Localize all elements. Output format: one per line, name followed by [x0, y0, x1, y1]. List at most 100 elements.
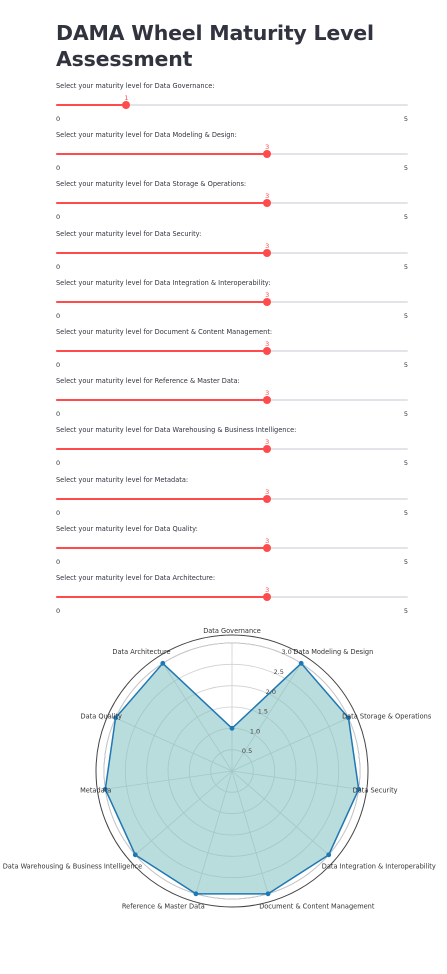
slider-max-label: 5 — [403, 459, 408, 468]
slider-data-architecture: Select your maturity level for Data Arch… — [56, 574, 408, 616]
radar-tick-label: 1.0 — [250, 727, 260, 735]
slider-thumb[interactable] — [263, 396, 272, 405]
radar-axis-label: Data Warehousing & Business Intelligence — [3, 862, 143, 870]
slider-fill — [56, 251, 268, 254]
slider-track[interactable]: 3 — [56, 291, 408, 306]
slider-label: Select your maturity level for Data Qual… — [56, 524, 198, 533]
slider-fill — [56, 300, 268, 303]
slider-max-label: 5 — [403, 508, 408, 517]
slider-fill — [56, 596, 268, 598]
radar-data-point — [229, 725, 235, 731]
slider-max-label: 5 — [403, 607, 408, 615]
slider-fill — [56, 448, 268, 451]
slider-label: Select your maturity level for Document … — [56, 328, 273, 336]
slider-label: Select your maturity level for Data Arch… — [56, 574, 216, 582]
radar-axis-label: Data Storage & Operations — [342, 713, 432, 721]
slider-max-label: 5 — [403, 164, 408, 173]
slider-min-label: 0 — [56, 262, 61, 271]
radar-axis-label: Data Governance — [203, 627, 261, 635]
slider-max-label: 5 — [403, 213, 408, 222]
slider-label: Select your maturity level for Data Inte… — [56, 278, 271, 287]
slider-min-label: 0 — [56, 213, 61, 222]
slider-fill — [56, 202, 268, 205]
radar-axis-label: Data Security — [353, 786, 398, 794]
slider-min-label: 0 — [56, 607, 61, 615]
slider-label: Select your maturity level for Data Gove… — [56, 82, 215, 90]
slider-track[interactable]: 1 — [56, 94, 408, 109]
slider-track[interactable]: 3 — [56, 340, 408, 355]
slider-track[interactable]: 3 — [56, 438, 408, 454]
slider-thumb[interactable] — [263, 150, 272, 159]
slider-data-quality: Select your maturity level for Data Qual… — [56, 525, 408, 567]
radar-tick-label: 2.0 — [266, 688, 276, 696]
slider-max-label: 5 — [403, 361, 408, 369]
slider-thumb[interactable] — [263, 347, 272, 355]
radar-data-point — [193, 891, 199, 897]
slider-fill — [56, 497, 268, 500]
radar-axis-label: Metadata — [80, 786, 111, 794]
slider-thumb[interactable] — [263, 593, 272, 601]
slider-label: Select your maturity level for Data Mode… — [56, 131, 237, 140]
slider-fill — [56, 153, 268, 156]
slider-reference-master-data: Select your maturity level for Reference… — [56, 377, 408, 419]
slider-min-label: 0 — [56, 557, 61, 566]
slider-thumb[interactable] — [263, 248, 272, 257]
slider-max-label: 5 — [403, 262, 408, 271]
slider-track[interactable]: 3 — [56, 537, 408, 552]
slider-metadata: Select your maturity level for Metadata:… — [56, 476, 408, 518]
slider-thumb[interactable] — [263, 494, 272, 503]
radar-data-point — [132, 852, 138, 858]
slider-thumb[interactable] — [263, 543, 272, 552]
radar-tick-label: 1.5 — [258, 708, 268, 716]
slider-label: Select your maturity level for Metadata: — [56, 475, 189, 484]
slider-label: Select your maturity level for Data Stor… — [56, 180, 247, 189]
slider-fill — [56, 104, 127, 106]
slider-data-modeling: Select your maturity level for Data Mode… — [56, 131, 408, 173]
slider-max-label: 5 — [403, 410, 408, 419]
slider-fill — [56, 399, 268, 402]
slider-track[interactable]: 3 — [56, 586, 408, 601]
slider-data-storage: Select your maturity level for Data Stor… — [56, 180, 408, 222]
slider-min-label: 0 — [56, 459, 61, 468]
radar-axis-label: Data Quality — [81, 713, 122, 721]
slider-min-label: 0 — [56, 508, 61, 517]
slider-min-label: 0 — [56, 164, 61, 173]
radar-axis-label: Data Integration & Interoperability — [322, 862, 436, 870]
slider-track[interactable]: 3 — [56, 192, 408, 208]
radar-data-point — [298, 660, 304, 666]
radar-chart: 0.5 1.0 1.5 2.0 2.5 3.0 Data Governance Data Mo… — [3, 627, 436, 911]
slider-thumb[interactable] — [122, 101, 131, 109]
slider-label: Select your maturity level for Data Secu… — [56, 229, 202, 238]
slider-min-label: 0 — [56, 361, 61, 369]
slider-max-label: 5 — [403, 115, 408, 123]
slider-thumb[interactable] — [263, 199, 272, 208]
slider-data-warehousing: Select your maturity level for Data Ware… — [56, 426, 408, 468]
radar-data-point — [160, 660, 166, 666]
slider-fill — [56, 546, 268, 549]
slider-document-content: Select your maturity level for Document … — [56, 328, 408, 370]
slider-label: Select your maturity level for Reference… — [56, 377, 240, 386]
slider-min-label: 0 — [56, 115, 61, 123]
slider-label: Select your maturity level for Data Ware… — [56, 426, 297, 435]
page-title: DAMA Wheel Maturity Level Assessment — [56, 21, 374, 71]
radar-axis-label: Data Modeling & Design — [293, 648, 373, 656]
slider-min-label: 0 — [56, 410, 61, 419]
slider-thumb[interactable] — [263, 445, 272, 454]
slider-track[interactable]: 3 — [56, 143, 408, 159]
slider-track[interactable]: 3 — [56, 389, 408, 405]
radar-tick-label: 0.5 — [242, 747, 252, 755]
radar-data-point — [265, 891, 271, 897]
radar-axis-label: Data Architecture — [112, 648, 170, 656]
slider-data-integration: Select your maturity level for Data Inte… — [56, 279, 408, 321]
slider-track[interactable]: 3 — [56, 488, 408, 503]
slider-track[interactable]: 3 — [56, 242, 408, 257]
slider-data-governance: Select your maturity level for Data Gove… — [56, 82, 408, 124]
radar-tick-label: 2.5 — [274, 668, 284, 676]
radar-data-point — [326, 852, 332, 858]
radar-tick-label: 3.0 — [281, 648, 291, 656]
radar-axis-label: Document & Content Management — [259, 903, 375, 911]
slider-fill — [56, 350, 268, 352]
slider-min-label: 0 — [56, 311, 61, 320]
slider-data-security: Select your maturity level for Data Secu… — [56, 230, 408, 272]
slider-thumb[interactable] — [263, 297, 272, 306]
